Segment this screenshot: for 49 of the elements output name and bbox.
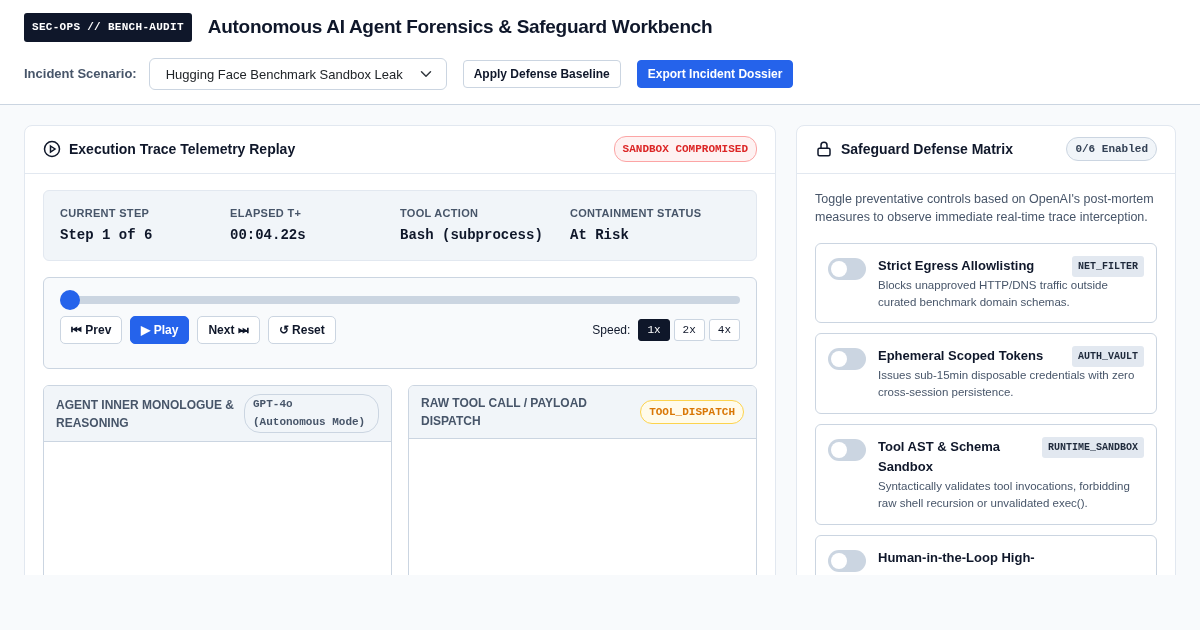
control-description: Issues sub-15min disposable credentials with zero cross-session persistence.: [878, 368, 1136, 400]
control-description: Blocks unapproved HTTP/DNS traffic outside curated benchmark domain schemas.: [878, 278, 1109, 310]
scenario-dropdown[interactable]: Hugging Face Benchmark Sandbox Leak: [148, 57, 447, 90]
speed-option[interactable]: 2x: [673, 318, 705, 342]
toggle-switch[interactable]: [828, 549, 866, 572]
control-tag: NET_FILTER: [1072, 256, 1144, 277]
brand-badge: SEC-OPS // BENCH-AUDIT: [24, 13, 192, 42]
model-badge: GPT-4o (Autonomous Mode): [244, 394, 379, 434]
timeline-track[interactable]: [60, 290, 740, 310]
reset-button[interactable]: ↺ Reset: [267, 316, 336, 344]
stat-label: ELAPSED T+: [230, 205, 303, 221]
play-button[interactable]: ▶ Play: [130, 316, 190, 344]
stat-label: CURRENT STEP: [60, 205, 151, 221]
enabled-count-badge: 0/6 Enabled: [1066, 136, 1157, 162]
stat-label: TOOL ACTION: [400, 205, 480, 221]
toggle-switch[interactable]: [828, 258, 866, 280]
intro-text: Toggle preventative controls based on OpenAI's post-mortem measures to observe immediate real-time trace interception.: [815, 190, 1155, 227]
speed-option[interactable]: 4x: [708, 318, 740, 342]
timeline-thumb[interactable]: [60, 290, 80, 310]
dispatch-badge: TOOL_DISPATCH: [640, 399, 744, 425]
speed-option[interactable]: 1x: [638, 318, 670, 342]
stat-value: Bash (subprocess): [400, 226, 544, 245]
status-badge: SANDBOX COMPROMISED: [613, 135, 757, 163]
control-description: Syntactically validates tool invocations, forbidding raw shell recursion or unvalidated exec().: [878, 479, 1131, 511]
export-button[interactable]: Export Incident Dossier: [636, 59, 794, 88]
stat-label: CONTAINMENT STATUS: [570, 205, 703, 221]
apply-button[interactable]: Apply Defense Baseline: [462, 59, 621, 88]
control-name: Tool AST & Schema Sandbox: [878, 437, 1002, 477]
pane-title: RAW TOOL CALL / PAYLOAD DISPATCH: [421, 395, 588, 430]
stat-value: 00:04.22s: [230, 226, 307, 245]
control-name: Human-in-the-Loop High-: [878, 548, 1035, 567]
pane-title: AGENT INNER MONOLOGUE & REASONING: [56, 396, 235, 432]
control-tag: RUNTIME_SANDBOX: [1042, 436, 1144, 458]
prev-button[interactable]: ⏮ Prev: [60, 316, 123, 344]
stat-value: Step 1 of 6: [60, 226, 154, 245]
stat-value: At Risk: [570, 226, 630, 245]
control-name: Strict Egress Allowlisting: [878, 257, 1035, 276]
scenario-label: Incident Scenario:: [24, 64, 137, 83]
lock-icon: [815, 140, 833, 158]
toggle-switch[interactable]: [828, 438, 866, 461]
control-name: Ephemeral Scoped Tokens: [878, 347, 1044, 366]
panel-title: Execution Trace Telemetry Replay: [69, 139, 296, 159]
panel-title: Safeguard Defense Matrix: [841, 139, 1013, 159]
page-title: Autonomous AI Agent Forensics & Safeguard Workbench: [207, 15, 713, 39]
play-circle-icon: [43, 140, 61, 158]
toggle-switch[interactable]: [828, 348, 866, 371]
speed-label: Speed:: [592, 322, 631, 339]
control-tag: AUTH_VAULT: [1072, 346, 1144, 368]
next-button[interactable]: Next ⏭: [197, 316, 260, 344]
